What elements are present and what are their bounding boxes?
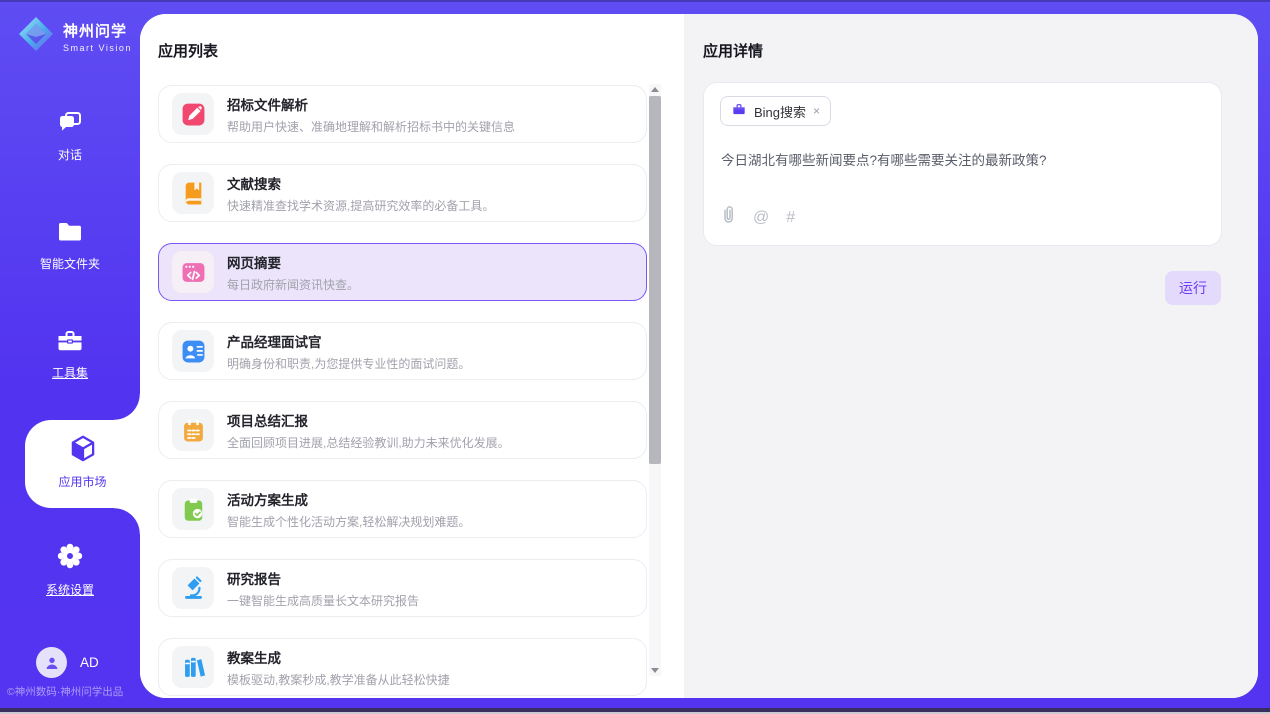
book-icon: [172, 172, 214, 214]
books-icon: [172, 646, 214, 688]
at-icon[interactable]: @: [753, 210, 769, 226]
run-button[interactable]: 运行: [1165, 271, 1221, 305]
app-detail-title: 应用详情: [703, 40, 763, 61]
paperclip-icon[interactable]: [721, 205, 736, 230]
sidebar-item-label: 系统设置: [0, 581, 140, 598]
app-card-title: 网页摘要: [227, 252, 359, 272]
sidebar-item[interactable]: 智能文件夹: [0, 220, 140, 272]
sidebar-item[interactable]: 系统设置: [0, 541, 140, 598]
scrollbar-up-icon[interactable]: [651, 87, 659, 92]
sidebar-item-label: 应用市场: [25, 473, 140, 490]
app-card-text: 教案生成模板驱动,教案秒成,教学准备从此轻松快捷: [227, 647, 450, 688]
sidebar-item[interactable]: 工具集: [0, 328, 140, 381]
app-card[interactable]: 活动方案生成智能生成个性化活动方案,轻松解决规划难题。: [158, 480, 647, 538]
sidebar-item[interactable]: 对话: [0, 110, 140, 163]
app-card-text: 项目总结汇报全面回顾项目进展,总结经验教训,助力未来优化发展。: [227, 410, 510, 451]
web-code-icon: [172, 251, 214, 293]
briefcase-icon: [731, 101, 747, 122]
tool-tag-label: Bing搜索: [754, 102, 806, 121]
main-window: 应用列表 招标文件解析帮助用户快速、准确地理解和解析招标书中的关键信息 文献搜索…: [140, 14, 1258, 698]
brand-logo: 神州问学 Smart Vision: [17, 15, 132, 58]
prompt-card: Bing搜索 × 今日湖北有哪些新闻要点?有哪些需要关注的最新政策? @#: [703, 82, 1222, 246]
chat-icon: [56, 110, 84, 140]
app-card-title: 招标文件解析: [227, 94, 515, 114]
sidebar-item-label: 工具集: [0, 364, 140, 381]
app-card-desc: 模板驱动,教案秒成,教学准备从此轻松快捷: [227, 671, 450, 688]
gear-icon: [55, 541, 85, 571]
app-card-title: 产品经理面试官: [227, 331, 470, 351]
app-card-title: 文献搜索: [227, 173, 494, 193]
microscope-icon: [172, 567, 214, 609]
app-card[interactable]: 教案生成模板驱动,教案秒成,教学准备从此轻松快捷: [158, 638, 647, 696]
app-card[interactable]: 项目总结汇报全面回顾项目进展,总结经验教训,助力未来优化发展。: [158, 401, 647, 459]
sidebar-item-label: 对话: [0, 146, 140, 163]
brand-tagline: Smart Vision: [63, 43, 132, 53]
app-detail-panel: 应用详情 Bing搜索 × 今日湖北有哪些新闻要点?有哪些需要关注的最新政策? …: [684, 14, 1258, 698]
app-list-title: 应用列表: [158, 40, 218, 61]
app-card-title: 项目总结汇报: [227, 410, 510, 430]
window-top-edge: [0, 0, 1270, 2]
scrollbar-down-icon[interactable]: [651, 668, 659, 673]
interview-icon: [172, 330, 214, 372]
sidebar-item-active[interactable]: 应用市场: [25, 420, 140, 508]
app-card[interactable]: 招标文件解析帮助用户快速、准确地理解和解析招标书中的关键信息: [158, 85, 647, 143]
app-card[interactable]: 产品经理面试官明确身份和职责,为您提供专业性的面试问题。: [158, 322, 647, 380]
app-card-title: 研究报告: [227, 568, 419, 588]
app-card-desc: 智能生成个性化活动方案,轻松解决规划难题。: [227, 513, 470, 530]
clipboard-icon: [172, 488, 214, 530]
scrollbar-thumb[interactable]: [649, 96, 661, 464]
app-card-text: 产品经理面试官明确身份和职责,为您提供专业性的面试问题。: [227, 331, 470, 372]
app-card-text: 活动方案生成智能生成个性化活动方案,轻松解决规划难题。: [227, 489, 470, 530]
brand-name: 神州问学: [63, 20, 132, 41]
summary-icon: [172, 409, 214, 451]
brand-diamond-icon: [17, 15, 55, 58]
app-card[interactable]: 研究报告一键智能生成高质量长文本研究报告: [158, 559, 647, 617]
person-icon: [43, 654, 61, 672]
folder-icon: [56, 220, 84, 250]
sidebar-item-label: 智能文件夹: [0, 255, 140, 272]
avatar[interactable]: [36, 647, 67, 678]
app-card[interactable]: 文献搜索快速精准查找学术资源,提高研究效率的必备工具。: [158, 164, 647, 222]
app-card-desc: 全面回顾项目进展,总结经验教训,助力未来优化发展。: [227, 434, 510, 451]
cube-icon: [67, 433, 99, 465]
app-card-desc: 一键智能生成高质量长文本研究报告: [227, 592, 419, 609]
app-card[interactable]: 网页摘要每日政府新闻资讯快查。: [158, 243, 647, 301]
edit-doc-icon: [172, 93, 214, 135]
hash-icon[interactable]: #: [786, 210, 795, 226]
app-list-panel: 应用列表 招标文件解析帮助用户快速、准确地理解和解析招标书中的关键信息 文献搜索…: [140, 14, 684, 698]
user-initials: AD: [80, 655, 99, 670]
tag-close-icon[interactable]: ×: [813, 105, 820, 117]
copyright: ©神州数码·神州问学出品: [7, 684, 123, 699]
app-card-desc: 每日政府新闻资讯快查。: [227, 276, 359, 293]
app-card-text: 文献搜索快速精准查找学术资源,提高研究效率的必备工具。: [227, 173, 494, 214]
tool-tag-bing[interactable]: Bing搜索 ×: [720, 96, 831, 126]
user-row[interactable]: AD: [36, 647, 99, 678]
toolbox-icon: [55, 328, 85, 358]
app-card-desc: 明确身份和职责,为您提供专业性的面试问题。: [227, 355, 470, 372]
prompt-toolbar: @#: [721, 205, 795, 230]
prompt-text[interactable]: 今日湖北有哪些新闻要点?有哪些需要关注的最新政策?: [721, 149, 1201, 169]
app-card-title: 活动方案生成: [227, 489, 470, 509]
app-card-text: 招标文件解析帮助用户快速、准确地理解和解析招标书中的关键信息: [227, 94, 515, 135]
app-card-desc: 快速精准查找学术资源,提高研究效率的必备工具。: [227, 197, 494, 214]
app-card-text: 研究报告一键智能生成高质量长文本研究报告: [227, 568, 419, 609]
app-card-title: 教案生成: [227, 647, 450, 667]
app-card-list: 招标文件解析帮助用户快速、准确地理解和解析招标书中的关键信息 文献搜索快速精准查…: [158, 85, 647, 696]
app-card-text: 网页摘要每日政府新闻资讯快查。: [227, 252, 359, 293]
scrollbar[interactable]: [649, 84, 661, 676]
app-card-desc: 帮助用户快速、准确地理解和解析招标书中的关键信息: [227, 118, 515, 135]
